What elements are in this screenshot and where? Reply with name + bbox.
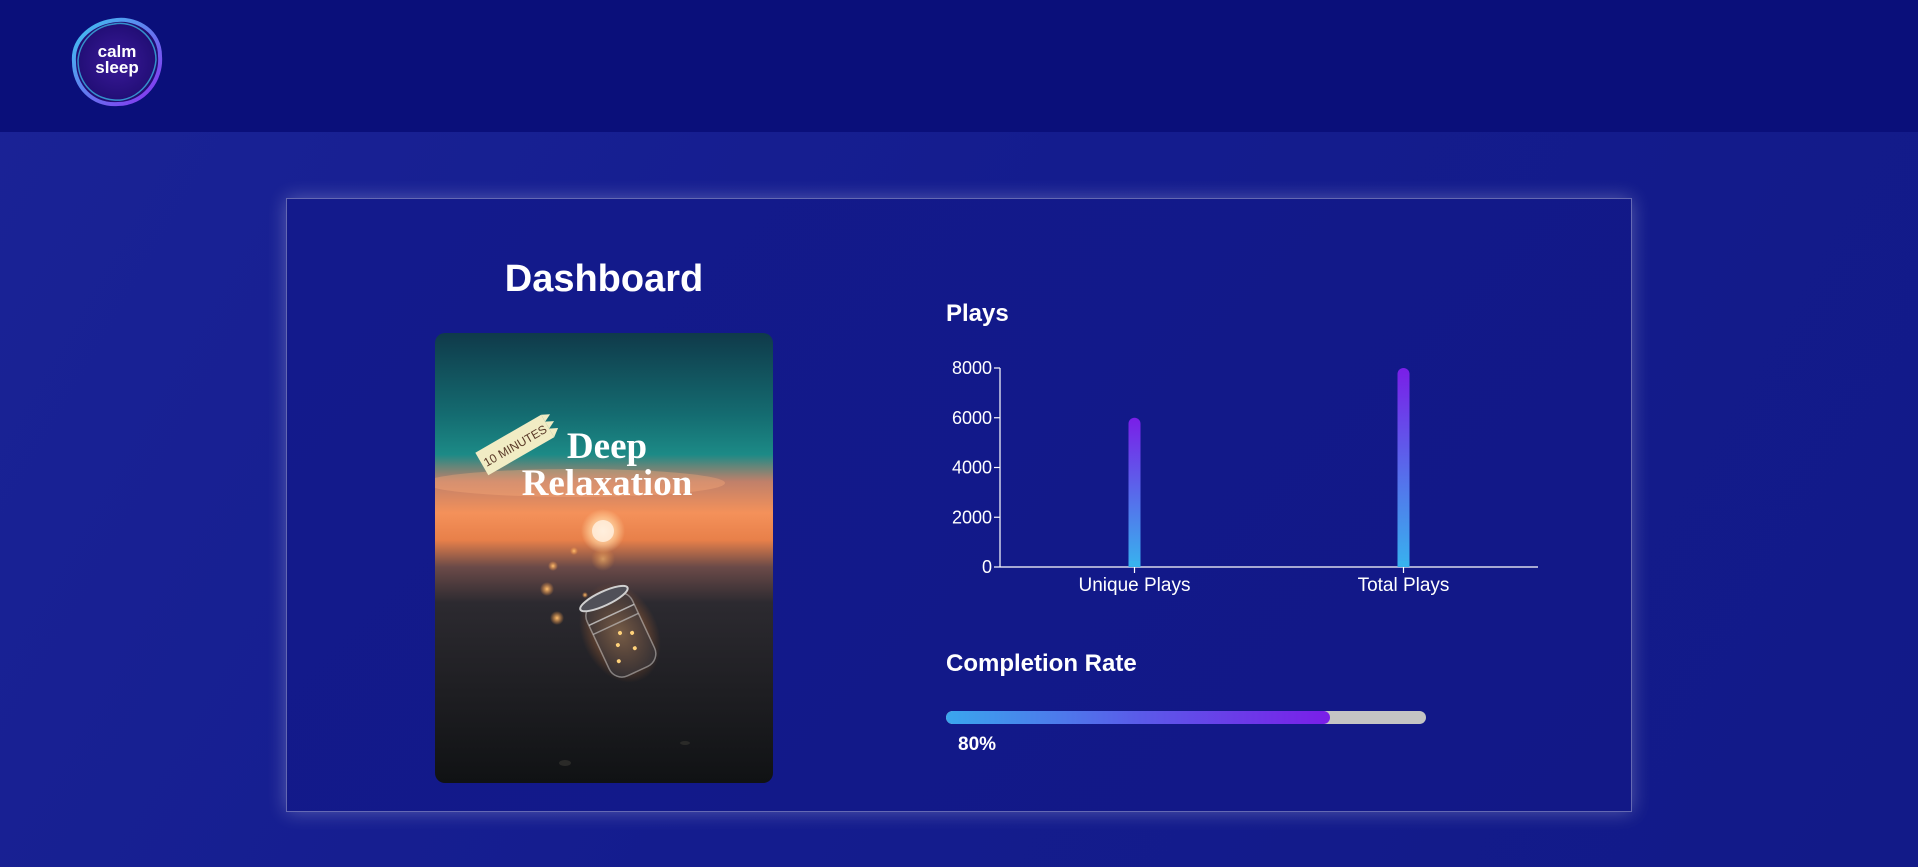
app-header: calm sleep [0,0,1918,132]
logo-line-2: sleep [95,58,139,77]
bar-total-plays [1397,368,1410,567]
y-tick-label-1: 2000 [952,507,992,527]
y-tick-label-0: 0 [982,557,992,577]
completion-rate-value: 80% [958,734,997,755]
cover-title-line-2: Relaxation [522,463,693,504]
plays-title: Plays [946,300,1009,327]
completion-rate-title: Completion Rate [946,650,1137,677]
logo-text: calm sleep [70,43,164,77]
bar-base-0 [1128,561,1141,567]
x-tick-label-1: Total Plays [1358,575,1450,596]
completion-progress-bar [946,711,1426,724]
bar-unique-plays [1128,417,1141,567]
y-tick-label-3: 6000 [952,408,992,428]
plays-bar-chart: 0 2000 4000 6000 8000 Unique Plays Total Plays [952,358,1538,596]
completion-progress-fill [946,711,1330,724]
x-tick-label-0: Unique Plays [1079,575,1191,596]
cover-artwork: 10 MINUTES Deep Relaxation [435,333,773,783]
cover-title-line-1: Deep [567,426,647,467]
y-tick-label-2: 4000 [952,458,992,478]
bar-base-1 [1397,561,1410,567]
calm-sleep-logo[interactable]: calm sleep [70,16,164,108]
session-cover-image[interactable]: 10 MINUTES Deep Relaxation [435,333,773,783]
y-tick-label-4: 8000 [952,358,992,378]
page-title: Dashboard [504,258,704,300]
